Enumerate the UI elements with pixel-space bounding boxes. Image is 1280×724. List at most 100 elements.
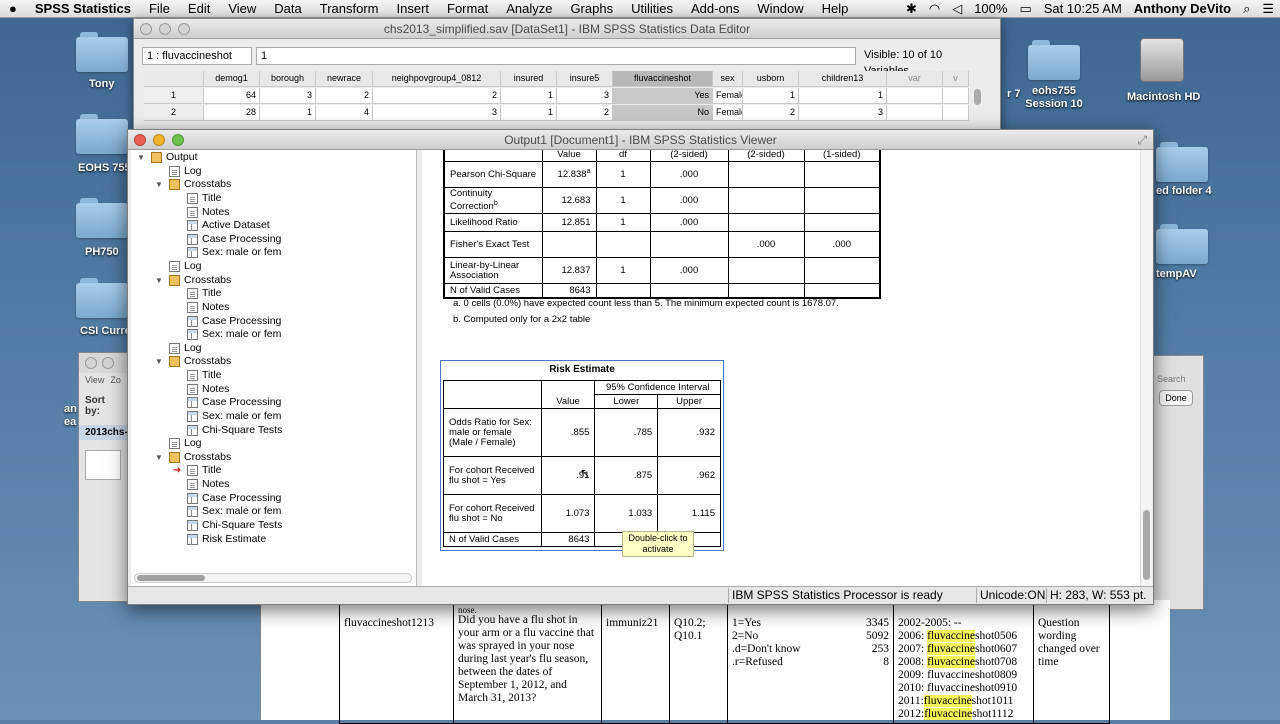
grid-cell[interactable]: Yes: [613, 88, 713, 104]
row-number[interactable]: 2: [144, 105, 204, 121]
tree-item[interactable]: Sex: male or fem: [173, 410, 281, 423]
tree-item[interactable]: Log: [155, 165, 202, 178]
notifications-icon[interactable]: ☰: [1256, 1, 1280, 17]
risk-estimate-pivot[interactable]: Risk Estimate Value 95% Confidence Inter…: [440, 360, 724, 551]
menu-app-name[interactable]: SPSS Statistics: [26, 1, 140, 16]
grid-cell[interactable]: 1: [501, 88, 557, 104]
grid-cell[interactable]: 2: [316, 88, 373, 104]
grid-cell[interactable]: 1: [799, 88, 887, 104]
finder-search-label[interactable]: Search: [1153, 356, 1203, 384]
cell-value-input[interactable]: 1: [256, 47, 856, 65]
expand-triangle-icon[interactable]: ▼: [155, 274, 165, 287]
menu-add-ons[interactable]: Add-ons: [682, 1, 748, 16]
tree-item[interactable]: ▼ Output: [137, 151, 198, 164]
tree-item[interactable]: Case Processing: [173, 315, 281, 328]
column-header[interactable]: neighpovgroup4_0812: [373, 71, 501, 87]
folder-icon[interactable]: [1156, 140, 1208, 182]
column-header[interactable]: usborn: [743, 71, 799, 87]
scrollbar-thumb[interactable]: [1143, 510, 1150, 580]
menu-transform[interactable]: Transform: [311, 1, 388, 16]
minimize-button[interactable]: [159, 23, 171, 35]
column-header[interactable]: v: [943, 71, 969, 87]
tree-item[interactable]: Risk Estimate: [173, 533, 266, 546]
grid-cell[interactable]: 3: [557, 88, 613, 104]
folder-icon[interactable]: [76, 196, 128, 238]
menu-format[interactable]: Format: [438, 1, 497, 16]
menu-edit[interactable]: Edit: [179, 1, 219, 16]
minimize-button[interactable]: [153, 134, 165, 146]
tree-item[interactable]: ▼ Crosstabs: [155, 355, 231, 368]
tree-item[interactable]: Log: [155, 437, 202, 450]
folder-icon[interactable]: [76, 30, 128, 72]
tree-item[interactable]: Notes: [173, 383, 229, 396]
menu-data[interactable]: Data: [265, 1, 310, 16]
grid-cell[interactable]: Female: [713, 88, 743, 104]
scrollbar-thumb[interactable]: [974, 89, 981, 105]
done-button[interactable]: Done: [1159, 390, 1193, 406]
tree-item[interactable]: Notes: [173, 206, 229, 219]
wifi-icon[interactable]: ◠: [923, 1, 946, 17]
expand-triangle-icon[interactable]: ▼: [155, 451, 165, 464]
menu-help[interactable]: Help: [813, 1, 858, 16]
tree-item[interactable]: Chi-Square Tests: [173, 519, 282, 532]
grid-cell[interactable]: 28: [204, 105, 260, 121]
grid-cell[interactable]: 4: [316, 105, 373, 121]
battery-percent[interactable]: 100%: [968, 1, 1013, 16]
tree-item[interactable]: Title: [173, 369, 221, 382]
tree-item[interactable]: Chi-Square Tests: [173, 424, 282, 437]
column-header[interactable]: fluvaccineshot: [613, 71, 713, 87]
grid-cell[interactable]: 2: [557, 105, 613, 121]
bluetooth-icon[interactable]: ✱: [900, 1, 923, 17]
expand-triangle-icon[interactable]: ▼: [155, 178, 165, 191]
tree-horizontal-scrollbar[interactable]: [134, 573, 412, 583]
folder-icon[interactable]: [1028, 38, 1080, 80]
grid-cell[interactable]: 1: [501, 105, 557, 121]
user-name[interactable]: Anthony DeVito: [1128, 1, 1237, 16]
folder-icon[interactable]: [76, 276, 128, 318]
scrollbar-thumb[interactable]: [137, 575, 205, 581]
tree-item[interactable]: ▼ Crosstabs: [155, 451, 231, 464]
grid-cell[interactable]: 3: [799, 105, 887, 121]
grid-cell[interactable]: 64: [204, 88, 260, 104]
chi-square-table[interactable]: Value df (2-sided) (2-sided) (1-sided) P…: [443, 150, 881, 300]
expand-triangle-icon[interactable]: ▼: [137, 151, 147, 164]
tree-item[interactable]: Notes: [173, 478, 229, 491]
column-header[interactable]: sex: [713, 71, 743, 87]
folder-icon[interactable]: [76, 112, 128, 154]
tree-item[interactable]: ▼ Crosstabs: [155, 178, 231, 191]
tree-item[interactable]: Sex: male or fem: [173, 328, 281, 341]
grid-cell[interactable]: [887, 88, 943, 104]
folder-icon[interactable]: [1156, 222, 1208, 264]
column-header[interactable]: borough: [260, 71, 316, 87]
spotlight-icon[interactable]: ⌕: [1237, 1, 1256, 17]
grid-cell[interactable]: No: [613, 105, 713, 121]
grid-cell[interactable]: 3: [373, 105, 501, 121]
menu-graphs[interactable]: Graphs: [561, 1, 622, 16]
grid-cell[interactable]: 2: [373, 88, 501, 104]
zoom-button[interactable]: [172, 134, 184, 146]
tree-item[interactable]: Log: [155, 260, 202, 273]
apple-icon[interactable]: ●: [0, 1, 26, 16]
grid-cell[interactable]: [887, 105, 943, 121]
finder-zoom-label[interactable]: Zo: [110, 375, 121, 385]
tree-item[interactable]: Title: [173, 287, 221, 300]
vertical-scrollbar[interactable]: [1140, 150, 1152, 586]
volume-icon[interactable]: ◁: [946, 1, 968, 17]
expand-triangle-icon[interactable]: ▼: [155, 355, 165, 368]
grid-cell[interactable]: Female: [713, 105, 743, 121]
tree-item[interactable]: Title: [173, 192, 221, 205]
file-thumbnail[interactable]: [85, 450, 121, 480]
menu-file[interactable]: File: [140, 1, 179, 16]
tree-item[interactable]: Active Dataset: [173, 219, 270, 232]
finder-sort-label[interactable]: Sort by:: [79, 387, 127, 425]
zoom-button[interactable]: [178, 23, 190, 35]
risk-estimate-table[interactable]: Value 95% Confidence Interval Lower Uppe…: [443, 380, 721, 547]
grid-cell[interactable]: 1: [743, 88, 799, 104]
close-button[interactable]: [134, 134, 146, 146]
grid-cell[interactable]: 2: [743, 105, 799, 121]
tree-item[interactable]: Sex: male or fem: [173, 505, 281, 518]
grid-cell[interactable]: 3: [260, 88, 316, 104]
tree-item[interactable]: ➜ Title: [173, 464, 221, 477]
grid-cell[interactable]: [943, 105, 969, 121]
tree-item[interactable]: Case Processing: [173, 492, 281, 505]
